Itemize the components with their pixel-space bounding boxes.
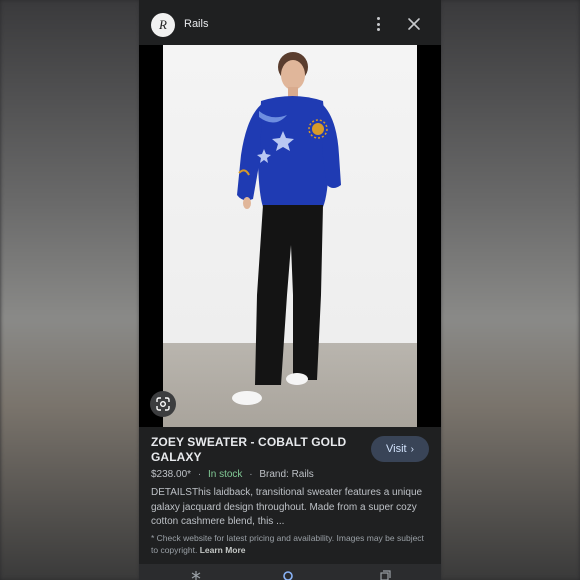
- visit-label: Visit: [386, 443, 407, 455]
- product-brand: Brand: Rails: [259, 469, 314, 480]
- product-meta: $238.00* · In stock · Brand: Rails: [151, 469, 314, 480]
- image-preview-panel: R Rails ZOEY SWEATER - COBALT GOLD GALAX…: [139, 0, 441, 580]
- disclaimer-text: * Check website for latest pricing and a…: [151, 533, 424, 555]
- disclaimer: * Check website for latest pricing and a…: [151, 532, 431, 556]
- product-photo[interactable]: [163, 45, 417, 427]
- close-icon[interactable]: [405, 15, 423, 33]
- product-description: DETAILSThis laidback, transitional sweat…: [151, 487, 423, 527]
- google-lens-button[interactable]: [150, 391, 176, 417]
- blurred-background-right: [440, 0, 580, 580]
- search-icon[interactable]: [282, 570, 294, 580]
- learn-more-link[interactable]: Learn More: [200, 545, 246, 555]
- product-image-frame[interactable]: [139, 45, 441, 427]
- separator-dot: ·: [249, 469, 253, 480]
- google-lens-icon: [156, 397, 170, 411]
- product-title[interactable]: ZOEY SWEATER - COBALT GOLD GALAXY: [151, 435, 351, 465]
- chevron-right-icon: ›: [410, 443, 414, 455]
- asterisk-icon[interactable]: [190, 570, 202, 580]
- site-logo[interactable]: R: [151, 13, 175, 37]
- blurred-background-left: [0, 0, 140, 580]
- product-price: $238.00*: [151, 469, 192, 480]
- more-vert-icon[interactable]: [371, 16, 385, 32]
- separator-dot: ·: [197, 469, 202, 480]
- visit-button[interactable]: Visit ›: [371, 436, 429, 462]
- tabs-icon[interactable]: [379, 570, 391, 580]
- stock-status: In stock: [207, 469, 243, 480]
- site-logo-glyph: R: [159, 17, 167, 32]
- bottom-navigation: [139, 564, 441, 580]
- model-illustration: [232, 52, 341, 405]
- preview-header: R Rails: [139, 0, 441, 45]
- site-name[interactable]: Rails: [184, 18, 208, 30]
